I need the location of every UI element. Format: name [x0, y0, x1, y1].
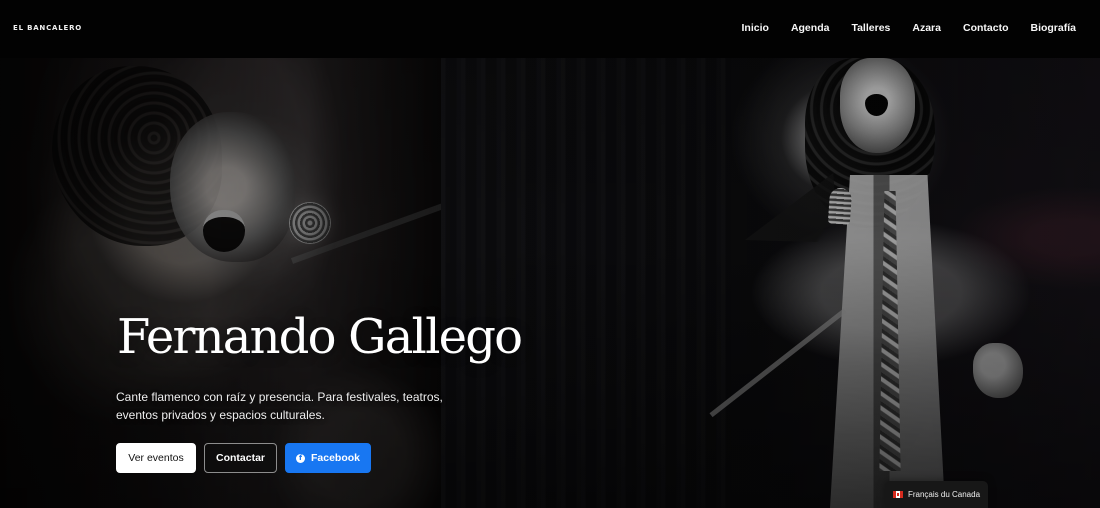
main-navigation: Inicio Agenda Talleres Azara Contacto Bi… [742, 18, 1076, 38]
microphone-icon [827, 187, 853, 225]
view-events-label: Ver eventos [128, 452, 184, 464]
view-events-button[interactable]: Ver eventos [116, 443, 196, 473]
hero-title: Fernando Gallego [117, 309, 523, 365]
hero-subtitle: Cante flamenco con raíz y presencia. Par… [116, 390, 443, 422]
contact-button[interactable]: Contactar [204, 443, 277, 473]
microphone-stand-left [290, 196, 463, 264]
facebook-button[interactable]: f Facebook [285, 443, 371, 473]
nav-azara[interactable]: Azara [912, 18, 941, 38]
singer-hand-right [973, 343, 1023, 398]
contact-label: Contactar [215, 452, 265, 464]
singer-figure-right [709, 58, 1023, 508]
microphone-icon [289, 202, 331, 244]
canada-flag-icon [892, 491, 903, 498]
nav-contacto[interactable]: Contacto [963, 18, 1009, 38]
singer-face-left [170, 112, 295, 262]
brand-logo[interactable]: EL BANCALERO [13, 24, 82, 32]
top-navigation-bar: EL BANCALERO Inicio Agenda Talleres Azar… [0, 0, 1100, 58]
facebook-icon: f [295, 453, 305, 463]
nav-inicio[interactable]: Inicio [742, 18, 769, 38]
nav-talleres[interactable]: Talleres [851, 18, 890, 38]
language-selector[interactable]: Français du Canada [885, 481, 988, 508]
stage-curtain [441, 58, 731, 508]
singer-mouth-right [865, 90, 888, 116]
nav-agenda[interactable]: Agenda [791, 18, 830, 38]
page: EL BANCALERO Inicio Agenda Talleres Azar… [0, 0, 1100, 508]
singer-photo-right [441, 58, 1100, 508]
nav-biografia[interactable]: Biografía [1030, 18, 1076, 38]
singer-hair-left [52, 66, 222, 246]
singer-photo-left [0, 58, 463, 508]
singer-mouth-left [203, 210, 245, 252]
language-label: Français du Canada [907, 490, 981, 499]
hero-section: Fernando Gallego Cante flamenco con raíz… [0, 58, 1100, 508]
facebook-label: Facebook [310, 452, 360, 464]
hero-actions: Ver eventos Contactar f Facebook [116, 443, 371, 473]
